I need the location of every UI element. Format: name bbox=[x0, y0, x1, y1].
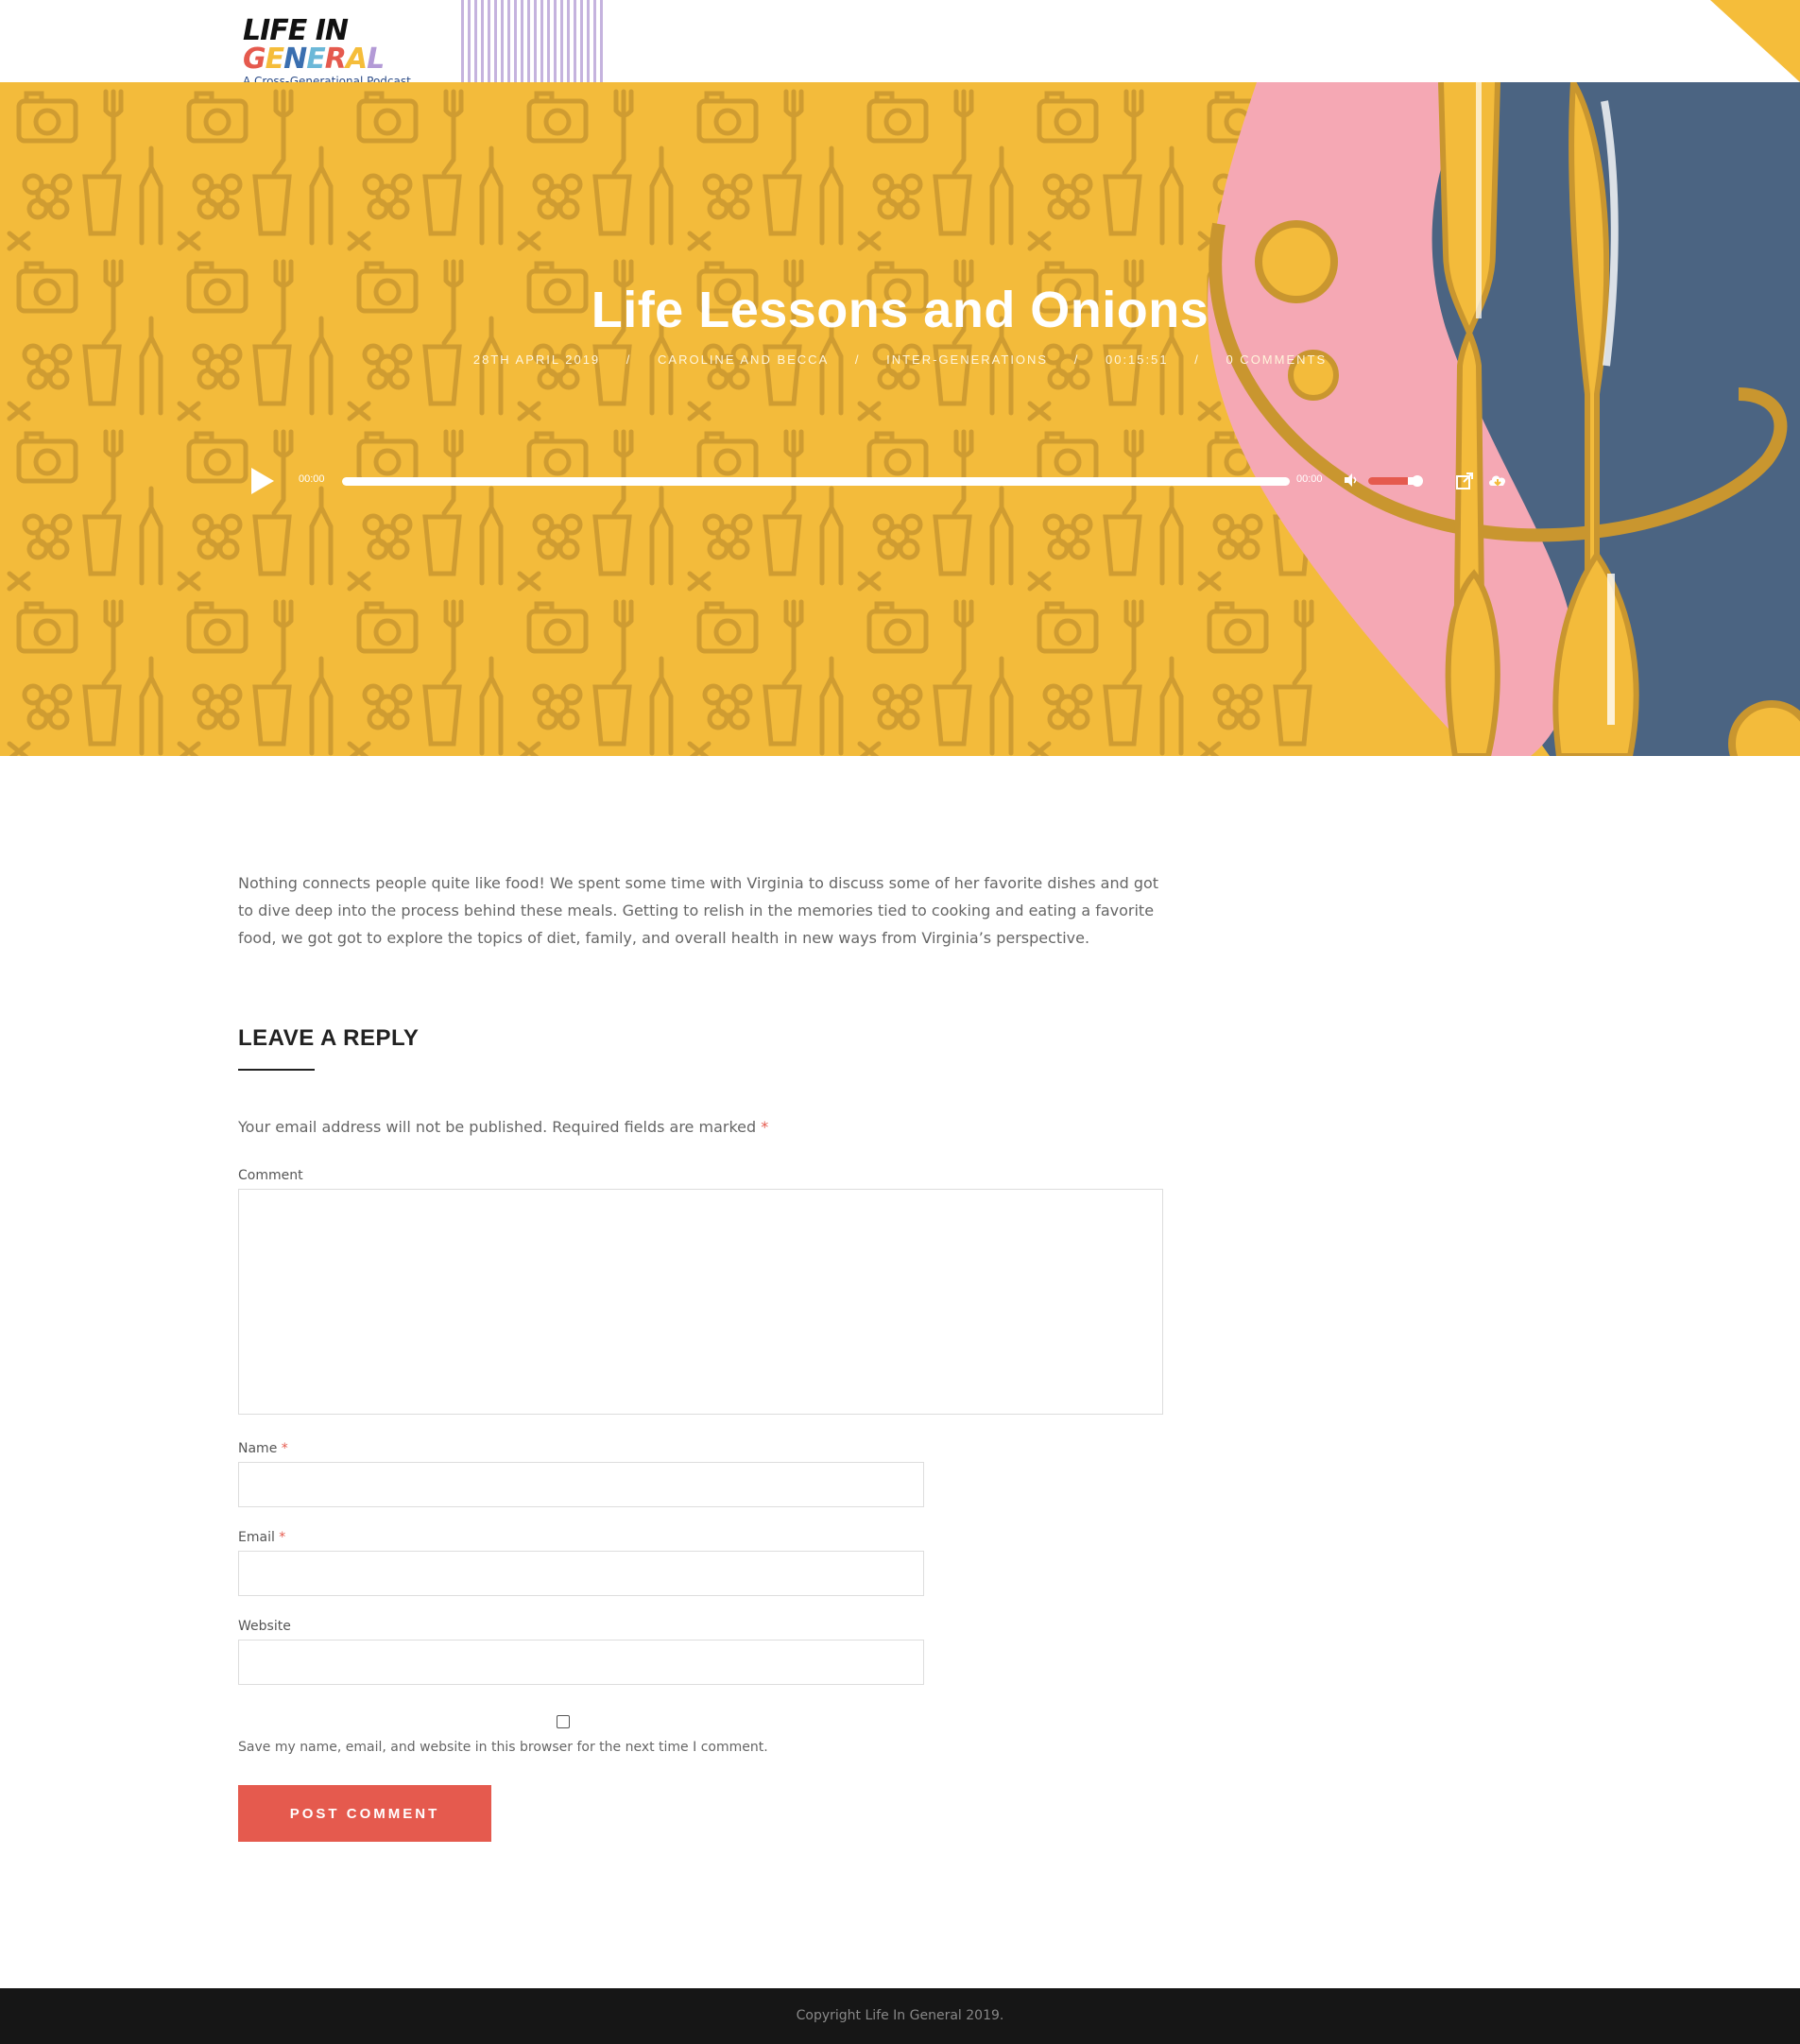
corner-decoration bbox=[1710, 0, 1800, 82]
name-input[interactable] bbox=[238, 1462, 924, 1507]
meta-separator: / bbox=[854, 352, 861, 367]
required-marker: * bbox=[281, 1441, 288, 1456]
footer-copyright: Copyright Life In General 2019. bbox=[796, 2008, 1004, 2023]
share-icon[interactable] bbox=[1455, 472, 1474, 490]
episode-date: 28TH APRIL 2019 bbox=[472, 352, 601, 367]
name-label: Name * bbox=[238, 1441, 1164, 1456]
volume-handle[interactable] bbox=[1412, 475, 1423, 487]
meta-separator: / bbox=[626, 352, 632, 367]
episode-category-link[interactable]: INTER-GENERATIONS bbox=[886, 352, 1048, 367]
download-icon[interactable] bbox=[1487, 472, 1508, 490]
comment-textarea[interactable] bbox=[238, 1189, 1163, 1415]
episode-duration: 00:15:51 bbox=[1105, 352, 1169, 367]
comment-notes: Your email address will not be published… bbox=[238, 1118, 1164, 1136]
cookies-consent-label: Save my name, email, and website in this… bbox=[238, 1740, 768, 1755]
episode-comments-link[interactable]: 0 COMMENTS bbox=[1226, 352, 1327, 367]
required-marker: * bbox=[279, 1530, 286, 1545]
comment-notes-text: Your email address will not be published… bbox=[238, 1118, 757, 1136]
post-comment-button[interactable]: POST COMMENT bbox=[238, 1785, 491, 1842]
play-icon[interactable] bbox=[251, 468, 274, 494]
progress-track[interactable] bbox=[342, 477, 1290, 486]
hero-background-illustration bbox=[0, 82, 1800, 756]
post-content: Nothing connects people quite like food!… bbox=[238, 869, 1164, 1842]
email-input[interactable] bbox=[238, 1551, 924, 1596]
email-label: Email * bbox=[238, 1530, 1164, 1545]
meta-separator: / bbox=[1073, 352, 1080, 367]
name-label-text: Name bbox=[238, 1441, 278, 1456]
website-label: Website bbox=[238, 1619, 291, 1634]
comment-label: Comment bbox=[238, 1168, 303, 1183]
cookies-consent-row bbox=[238, 1715, 1164, 1732]
episode-author-link[interactable]: CAROLINE AND BECCA bbox=[658, 352, 829, 367]
reply-heading: LEAVE A REPLY bbox=[238, 1025, 420, 1051]
header-stripes-decoration bbox=[461, 0, 607, 82]
heading-underline bbox=[238, 1069, 315, 1071]
required-marker: * bbox=[761, 1118, 769, 1136]
episode-meta: 28TH APRIL 2019 / CAROLINE AND BECCA / I… bbox=[0, 352, 1800, 367]
site-footer: Copyright Life In General 2019. bbox=[0, 1988, 1800, 2044]
logo-title: LIFE IN GENERAL bbox=[243, 14, 385, 76]
audio-player: 00:00 00:00 bbox=[248, 464, 1514, 498]
volume-fill bbox=[1368, 477, 1408, 485]
duration-time: 00:00 bbox=[1296, 473, 1323, 485]
volume-slider[interactable] bbox=[1368, 477, 1417, 485]
site-logo[interactable]: LIFE IN GENERAL A Cross-Generational Pod… bbox=[243, 17, 432, 89]
cookies-consent-checkbox[interactable] bbox=[557, 1715, 570, 1728]
episode-hero: Life Lessons and Onions 28TH APRIL 2019 … bbox=[0, 82, 1800, 756]
volume-icon[interactable] bbox=[1344, 472, 1359, 488]
episode-title: Life Lessons and Onions bbox=[591, 282, 1209, 338]
website-input[interactable] bbox=[238, 1640, 924, 1685]
site-header: LIFE IN GENERAL A Cross-Generational Pod… bbox=[0, 0, 1800, 89]
episode-description: Nothing connects people quite like food!… bbox=[238, 874, 1159, 947]
email-label-text: Email bbox=[238, 1530, 275, 1545]
current-time: 00:00 bbox=[299, 473, 325, 485]
meta-separator: / bbox=[1194, 352, 1200, 367]
